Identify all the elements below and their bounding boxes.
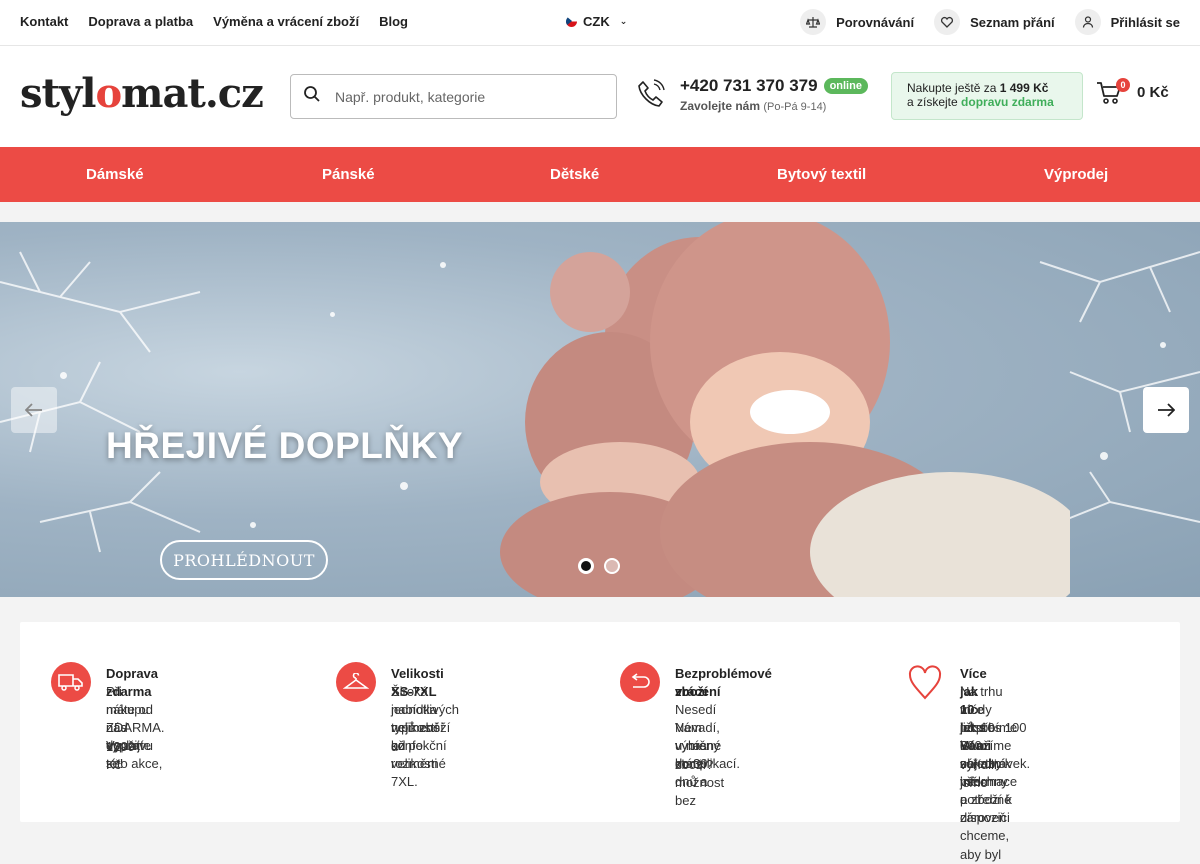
freeship-amount: 1 499 Kč	[999, 81, 1049, 95]
banner-title: HŘEJIVÉ DOPLŇKY	[106, 425, 464, 466]
compare-label: Porovnávání	[836, 14, 915, 30]
top-bar: Kontakt Doprava a platba Výměna a vrácen…	[0, 0, 1200, 46]
features-section: Doprava zdarma Při nákupu nad 1299 Kč má…	[20, 622, 1180, 862]
carousel-dots	[578, 558, 620, 574]
logo-text-start: styl	[20, 70, 96, 117]
scales-icon	[800, 9, 827, 35]
top-link-shipping[interactable]: Doprava a platba	[88, 14, 193, 29]
top-link-contact[interactable]: Kontakt	[20, 14, 68, 29]
call-label: Zavolejte nám	[680, 99, 761, 113]
compare-link[interactable]: Porovnávání	[800, 9, 914, 35]
hero-banner[interactable]: HŘEJIVÉ DOPLŇKY PROHLÉDNOUT	[0, 222, 1200, 597]
freeship-text-2: a získejte	[907, 95, 958, 109]
login-label: Přihlásit se	[1110, 14, 1180, 30]
feature-text-line: komplikací.	[675, 756, 741, 771]
site-logo[interactable]: stylomat.cz	[20, 70, 264, 117]
chevron-down-icon: ⌄	[619, 16, 628, 26]
feature-text-line: výměny do 30 dnů a bez	[675, 738, 720, 808]
top-link-returns[interactable]: Výměna a vrácení zboží	[213, 14, 359, 29]
czech-flag-icon	[566, 16, 577, 27]
phone-number[interactable]: +420 731 370 379	[680, 76, 818, 96]
nav-item-sale[interactable]: Výprodej	[1044, 166, 1108, 183]
banner-browse-button[interactable]: PROHLÉDNOUT	[160, 540, 328, 580]
heart-outline-icon	[934, 9, 961, 35]
free-shipping-box: Nakupte ještě za 1 499 Kč a získejte dop…	[891, 72, 1083, 120]
carousel-prev-button[interactable]	[11, 387, 57, 433]
nav-item-women[interactable]: Dámské	[86, 166, 144, 183]
nav-item-kids[interactable]: Dětské	[550, 166, 599, 183]
arrow-left-icon	[25, 403, 42, 417]
top-links: Kontakt Doprava a platba Výměna a vrácen…	[20, 14, 408, 29]
carousel-next-button[interactable]	[1143, 387, 1189, 433]
phone-icon	[636, 78, 666, 115]
cart-total[interactable]: 0 Kč	[1137, 84, 1169, 101]
call-hours: (Po-Pá 9-14)	[763, 101, 827, 113]
nav-item-home-textile[interactable]: Bytový textil	[777, 166, 866, 183]
return-arrow-icon	[620, 662, 660, 702]
login-link[interactable]: Přihlásit se	[1074, 9, 1180, 35]
phone-contact: +420 731 370 379 online Zavolejte nám (Po…	[680, 76, 868, 113]
freeship-text-1: Nakupte ještě za	[907, 81, 997, 95]
search-box[interactable]	[290, 74, 617, 119]
cart-count-badge: 0	[1116, 78, 1130, 92]
freeship-green-text: dopravu zdarma	[961, 95, 1054, 109]
carousel-dot-2[interactable]	[604, 558, 620, 574]
feature-text-line: vyplatí se!	[106, 738, 144, 772]
feature-text-line: až po rozměrné 7XL.	[391, 738, 446, 790]
currency-label: CZK	[583, 14, 610, 29]
feature-title-line: zboží	[675, 684, 708, 699]
arrow-right-icon	[1158, 403, 1175, 417]
carousel-dot-1[interactable]	[578, 558, 594, 574]
online-badge: online	[823, 78, 868, 94]
heart-icon	[905, 662, 945, 702]
user-icon	[1074, 9, 1101, 35]
main-nav: Dámské Pánské Dětské Bytový textil Výpro…	[0, 147, 1200, 202]
feature-text-line: a zároveň chceme, aby byl	[960, 792, 1010, 862]
header: stylomat.cz +420 731 370 379 online Zavol…	[0, 46, 1200, 147]
wishlist-label: Seznam přání	[970, 14, 1055, 30]
truck-icon	[51, 662, 91, 702]
wishlist-link[interactable]: Seznam přání	[934, 9, 1055, 35]
hanger-icon	[336, 662, 376, 702]
logo-heart: o	[95, 70, 122, 117]
top-link-blog[interactable]: Blog	[379, 14, 408, 29]
search-icon	[303, 85, 321, 108]
nav-item-men[interactable]: Pánské	[322, 166, 375, 183]
currency-selector[interactable]: CZK ⌄	[566, 14, 627, 29]
hero-image-mother-daughter	[500, 222, 1070, 597]
logo-text-end: mat.cz	[121, 70, 264, 117]
search-input[interactable]	[335, 88, 595, 105]
